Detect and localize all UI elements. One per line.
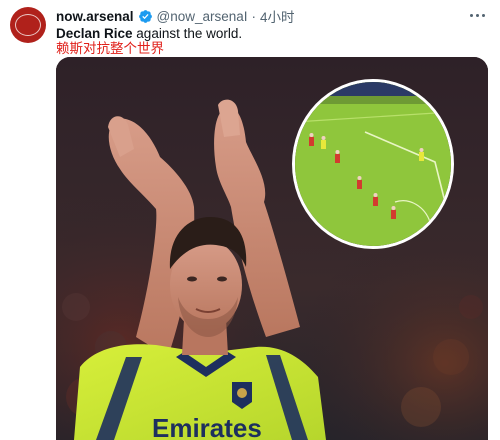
more-options-icon[interactable] bbox=[468, 6, 486, 24]
tweet-photo[interactable]: Emirates bbox=[56, 57, 488, 440]
timestamp[interactable]: 4小时 bbox=[260, 6, 295, 26]
translation-text: 赖斯对抗整个世界 bbox=[56, 41, 164, 57]
author-handle[interactable]: @now_arsenaI bbox=[157, 9, 248, 24]
tweet-header: now.arsenal @now_arsenaI · 4小时 bbox=[56, 6, 486, 26]
verified-badge-icon[interactable] bbox=[138, 9, 153, 24]
separator-dot: · bbox=[251, 8, 257, 24]
match-footage-inset bbox=[292, 79, 454, 249]
avatar[interactable] bbox=[10, 7, 46, 43]
avatar-logo bbox=[15, 14, 41, 36]
author-name[interactable]: now.arsenal bbox=[56, 9, 134, 24]
shirt-sponsor: Emirates bbox=[152, 413, 262, 440]
